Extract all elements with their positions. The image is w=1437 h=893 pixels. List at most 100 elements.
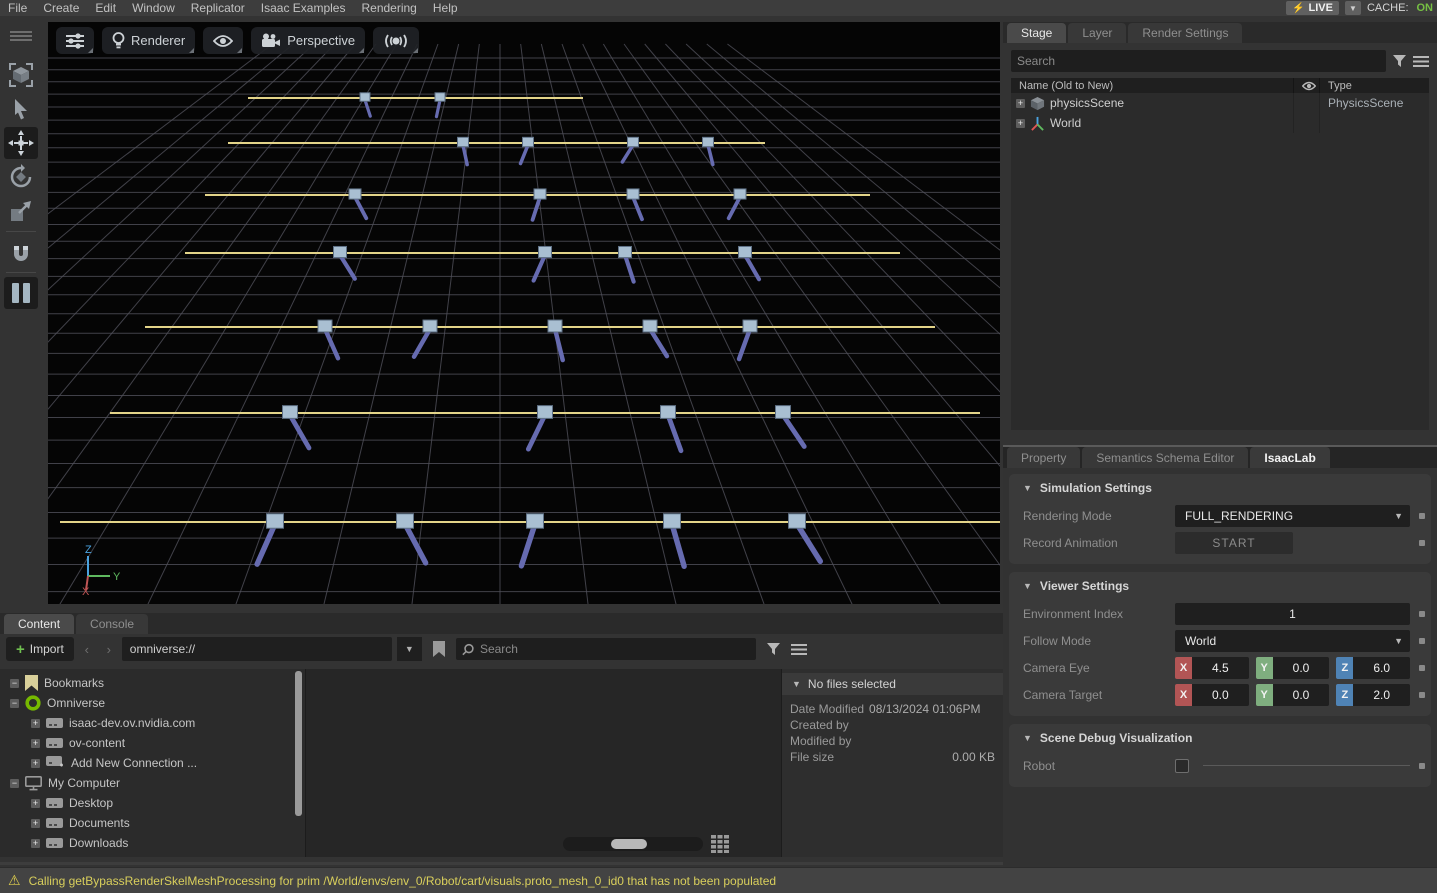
file-grid-area[interactable] xyxy=(305,669,781,857)
filter-icon[interactable] xyxy=(1392,54,1407,69)
expand-icon[interactable]: + xyxy=(1016,99,1025,108)
bookmark-icon[interactable] xyxy=(432,641,446,658)
tree-item-add-new-connection-[interactable]: +Add New Connection ... xyxy=(0,753,305,773)
warning-message[interactable]: Calling getBypassRenderSkelMeshProcessin… xyxy=(29,874,777,888)
section-header[interactable]: ▼ Simulation Settings xyxy=(1009,474,1431,502)
stage-search-box[interactable] xyxy=(1011,50,1386,72)
robot-checkbox[interactable] xyxy=(1175,759,1189,773)
visibility-button[interactable] xyxy=(203,27,243,54)
horizontal-scrollbar[interactable] xyxy=(0,862,1003,865)
forward-button[interactable]: › xyxy=(100,642,118,657)
expand-icon[interactable]: − xyxy=(10,679,19,688)
stage-row-physicsScene[interactable]: +physicsScenePhysicsScene xyxy=(1011,93,1429,113)
expand-icon[interactable]: + xyxy=(31,739,40,748)
expand-icon[interactable]: + xyxy=(1016,119,1025,128)
pause-button[interactable] xyxy=(4,277,38,309)
tab-property[interactable]: Property xyxy=(1007,447,1080,468)
column-name[interactable]: Name (Old to New) xyxy=(1011,78,1293,93)
options-menu-icon[interactable] xyxy=(1413,55,1429,68)
filter-icon[interactable] xyxy=(766,642,781,657)
tree-item-ov-content[interactable]: +ov-content xyxy=(0,733,305,753)
audio-button[interactable] xyxy=(373,27,419,54)
tab-isaaclab[interactable]: IsaacLab xyxy=(1250,447,1329,468)
column-visibility[interactable] xyxy=(1293,78,1319,93)
expand-icon[interactable]: + xyxy=(31,719,40,728)
viewport-settings-button[interactable] xyxy=(56,27,94,54)
options-menu-icon[interactable] xyxy=(791,643,807,656)
default-indicator[interactable] xyxy=(1419,692,1425,698)
thumbnail-size-slider[interactable] xyxy=(563,837,703,851)
expand-icon[interactable]: + xyxy=(31,759,40,768)
path-dropdown-button[interactable]: ▼ xyxy=(396,637,422,661)
default-indicator[interactable] xyxy=(1419,665,1425,671)
menu-rendering[interactable]: Rendering xyxy=(361,1,416,15)
rotate-tool-button[interactable] xyxy=(4,161,38,193)
scrollbar-thumb[interactable] xyxy=(295,671,302,816)
content-search-input[interactable] xyxy=(480,642,750,656)
menu-replicator[interactable]: Replicator xyxy=(191,1,245,15)
default-indicator[interactable] xyxy=(1419,763,1425,769)
record-start-button[interactable]: START xyxy=(1175,532,1293,554)
tab-console[interactable]: Console xyxy=(76,614,148,634)
tab-content[interactable]: Content xyxy=(4,614,74,634)
section-header[interactable]: ▼ Viewer Settings xyxy=(1009,572,1431,600)
camera-target-z-field[interactable]: 2.0 xyxy=(1353,684,1410,706)
expand-icon[interactable]: + xyxy=(31,799,40,808)
column-type[interactable]: Type xyxy=(1319,78,1429,93)
expand-icon[interactable]: − xyxy=(10,779,19,788)
menu-window[interactable]: Window xyxy=(132,1,175,15)
snap-tool-button[interactable] xyxy=(4,236,38,268)
rendering-mode-dropdown[interactable]: FULL_RENDERING ▼ xyxy=(1175,505,1410,527)
stage-row-World[interactable]: +World xyxy=(1011,113,1429,133)
section-header[interactable]: ▼ Scene Debug Visualization xyxy=(1009,724,1431,752)
tree-item-downloads[interactable]: +Downloads xyxy=(0,833,305,853)
visibility-cell[interactable] xyxy=(1293,93,1319,113)
tree-item-my-computer[interactable]: −My Computer xyxy=(0,773,305,793)
viewport-3d[interactable]: Renderer Perspective Z Y X xyxy=(48,22,1000,604)
tab-semantics-schema-editor[interactable]: Semantics Schema Editor xyxy=(1082,447,1248,468)
content-search-box[interactable] xyxy=(456,638,756,660)
import-button[interactable]: + Import xyxy=(6,637,74,661)
tab-render-settings[interactable]: Render Settings xyxy=(1128,23,1242,43)
tree-item-desktop[interactable]: +Desktop xyxy=(0,793,305,813)
default-indicator[interactable] xyxy=(1419,540,1425,546)
default-indicator[interactable] xyxy=(1419,638,1425,644)
back-button[interactable]: ‹ xyxy=(78,642,96,657)
expand-icon[interactable]: − xyxy=(10,699,19,708)
select-mode-button[interactable] xyxy=(4,59,38,91)
camera-target-x-field[interactable]: 0.0 xyxy=(1192,684,1249,706)
tree-item-isaac-dev-ov-nvidia-com[interactable]: +isaac-dev.ov.nvidia.com xyxy=(0,713,305,733)
menu-create[interactable]: Create xyxy=(43,1,79,15)
menu-isaac-examples[interactable]: Isaac Examples xyxy=(261,1,346,15)
menu-file[interactable]: File xyxy=(8,1,27,15)
camera-button[interactable]: Perspective xyxy=(251,27,365,54)
select-tool-button[interactable] xyxy=(4,93,38,125)
camera-target-y-field[interactable]: 0.0 xyxy=(1273,684,1330,706)
grid-view-icon[interactable] xyxy=(711,835,729,853)
path-field[interactable]: omniverse:// xyxy=(122,637,392,661)
menu-help[interactable]: Help xyxy=(433,1,458,15)
scale-tool-button[interactable] xyxy=(4,195,38,227)
tree-item-clipped[interactable]: + xyxy=(0,853,305,857)
stage-search-input[interactable] xyxy=(1017,54,1380,68)
default-indicator[interactable] xyxy=(1419,611,1425,617)
tree-item-bookmarks[interactable]: −Bookmarks xyxy=(0,673,305,693)
camera-eye-y-field[interactable]: 0.0 xyxy=(1273,657,1330,679)
live-dropdown-chevron-icon[interactable]: ▼ xyxy=(1345,1,1361,15)
slider-thumb[interactable] xyxy=(611,839,647,849)
renderer-button[interactable]: Renderer xyxy=(102,27,195,54)
expand-icon[interactable]: + xyxy=(31,839,40,848)
visibility-cell[interactable] xyxy=(1293,113,1319,133)
tab-stage[interactable]: Stage xyxy=(1007,23,1066,43)
live-button[interactable]: ⚡ LIVE xyxy=(1286,1,1339,15)
camera-eye-x-field[interactable]: 4.5 xyxy=(1192,657,1249,679)
tree-item-omniverse[interactable]: −Omniverse xyxy=(0,693,305,713)
default-indicator[interactable] xyxy=(1419,513,1425,519)
environment-index-field[interactable]: 1 xyxy=(1175,603,1410,625)
tree-item-documents[interactable]: +Documents xyxy=(0,813,305,833)
camera-eye-z-field[interactable]: 6.0 xyxy=(1353,657,1410,679)
file-info-header[interactable]: ▼ No files selected xyxy=(782,673,1003,695)
tab-layer[interactable]: Layer xyxy=(1068,23,1126,43)
toolbar-grip-icon[interactable] xyxy=(4,20,38,52)
expand-icon[interactable]: + xyxy=(31,819,40,828)
